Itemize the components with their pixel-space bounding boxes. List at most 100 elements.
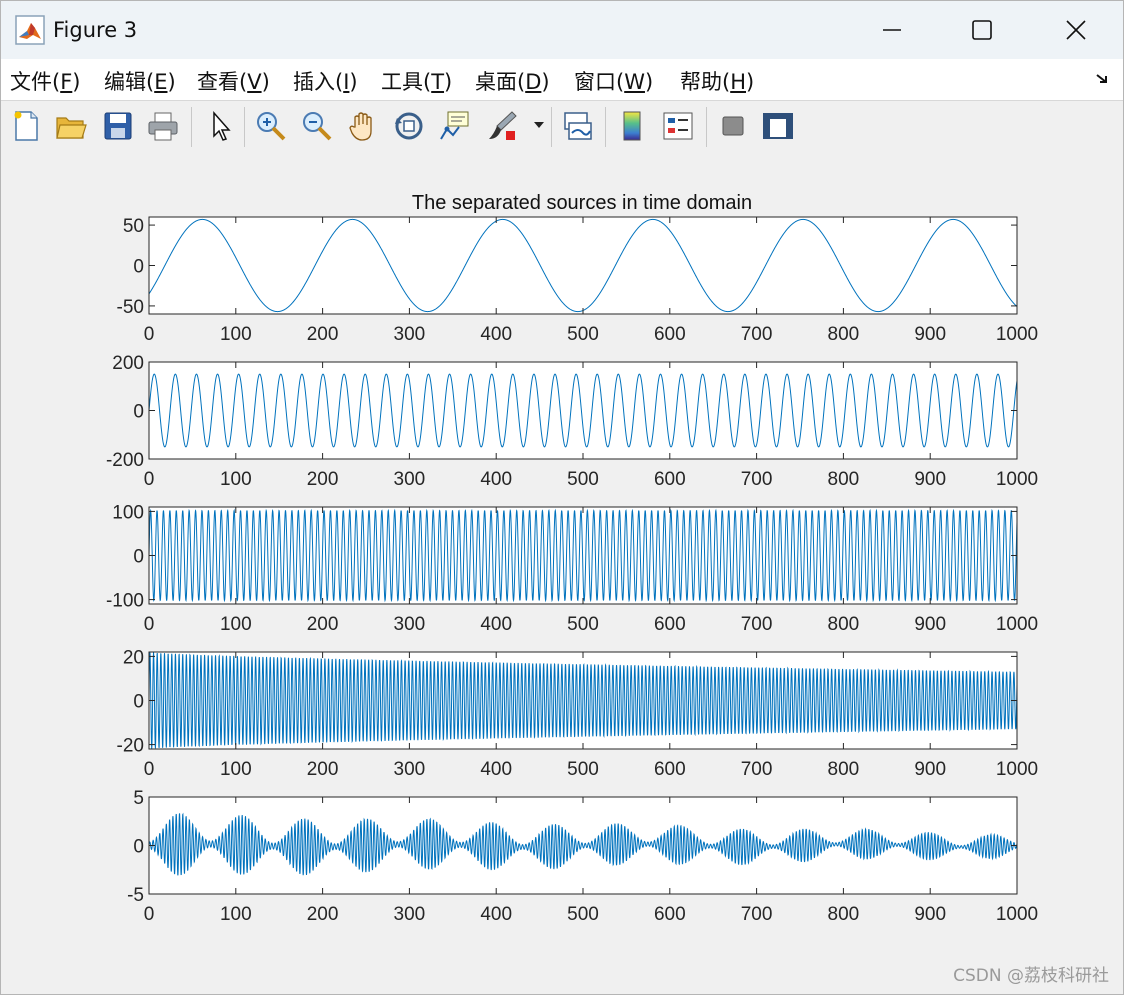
x-tick-label: 700: [741, 904, 773, 925]
menu-file[interactable]: 文件(F): [10, 66, 81, 96]
menu-file-label: 文件(: [10, 70, 61, 94]
legend-icon[interactable]: [661, 109, 695, 143]
menu-tools-label: 工具(: [381, 70, 432, 94]
x-tick-label: 700: [741, 614, 773, 635]
menu-view-key: V: [247, 70, 262, 94]
y-tick-label: -100: [106, 591, 144, 612]
zoom-in-icon[interactable]: [254, 109, 288, 143]
y-tick-label: 0: [133, 402, 144, 423]
save-icon[interactable]: [101, 109, 135, 143]
maximize-button[interactable]: [957, 11, 1007, 49]
menu-view-close: ): [261, 70, 270, 94]
menu-file-close: ): [72, 70, 81, 94]
menu-view-label: 查看(: [197, 70, 248, 94]
dock-arrow-icon[interactable]: [1095, 71, 1111, 87]
menu-help-key: H: [730, 70, 746, 94]
menu-tools[interactable]: 工具(T): [381, 66, 452, 96]
figure-canvas[interactable]: 0 100 200 300 400 500 600 700 800 900 1000 50 0 -50 Th…: [1, 153, 1123, 994]
x-tick-label: 800: [828, 759, 860, 780]
minimize-button[interactable]: [867, 11, 917, 49]
x-tick-label: 100: [220, 759, 252, 780]
x-tick-label: 900: [914, 614, 946, 635]
menu-window[interactable]: 窗口(W): [574, 66, 653, 96]
x-tick-label: 900: [914, 904, 946, 925]
minimize-icon: [883, 29, 901, 31]
x-tick-label: 200: [307, 904, 339, 925]
x-tick-label: 400: [480, 324, 512, 345]
subplot-4: 0 100 200 300 400 500 600 700 800 900 1000200-20: [117, 647, 1039, 780]
figure-window: Figure 3 文件(F) 编辑(E) 查看(V) 插入(I) 工具(T) 桌…: [0, 0, 1124, 995]
show-plot-tools-icon[interactable]: [761, 109, 795, 143]
menu-desktop[interactable]: 桌面(D): [475, 66, 550, 96]
x-tick-label: 400: [480, 759, 512, 780]
new-figure-icon[interactable]: [9, 109, 43, 143]
menu-view[interactable]: 查看(V): [197, 66, 270, 96]
menu-help-label: 帮助(: [680, 70, 731, 94]
x-tick-label: 400: [480, 614, 512, 635]
x-tick-label: 700: [741, 469, 773, 490]
x-tick-label: 600: [654, 324, 686, 345]
matlab-logo-icon: [15, 15, 45, 45]
menu-edit[interactable]: 编辑(E): [104, 66, 176, 96]
x-tick-label: 1000: [996, 614, 1038, 635]
x-tick-label: 1000: [996, 469, 1038, 490]
y-tick-label: 0: [133, 692, 144, 713]
watermark: CSDN @荔枝科研社: [953, 966, 1109, 986]
title-bar[interactable]: Figure 3: [1, 1, 1123, 59]
y-tick-label: 0: [133, 257, 144, 278]
data-cursor-icon[interactable]: [438, 109, 472, 143]
hide-plot-tools-icon[interactable]: [716, 109, 750, 143]
x-tick-label: 100: [220, 904, 252, 925]
x-tick-label: 600: [654, 614, 686, 635]
x-tick-label: 800: [828, 469, 860, 490]
x-tick-label: 200: [307, 324, 339, 345]
brush-icon[interactable]: [486, 109, 520, 143]
edit-plot-arrow-icon[interactable]: [204, 109, 238, 143]
axes-background: [149, 217, 1017, 314]
brush-dropdown-icon[interactable]: [533, 120, 545, 130]
toolbar-separator: [605, 107, 606, 147]
y-tick-label: -5: [127, 885, 144, 906]
close-button[interactable]: [1051, 11, 1101, 49]
y-tick-label: 0: [133, 547, 144, 568]
rotate-3d-icon[interactable]: [392, 109, 426, 143]
x-tick-label: 600: [654, 469, 686, 490]
toolbar-separator: [244, 107, 245, 147]
open-file-icon[interactable]: [54, 109, 88, 143]
print-icon[interactable]: [146, 109, 180, 143]
x-tick-label: 100: [220, 469, 252, 490]
subplot-5: 0 100 200 300 400 500 600 700 800 900 100050-5: [127, 788, 1038, 925]
toolbar-separator: [706, 107, 707, 147]
menu-tools-key: T: [431, 70, 445, 94]
x-tick-label: 1000: [996, 759, 1038, 780]
maximize-icon: [972, 20, 992, 40]
menu-insert[interactable]: 插入(I): [293, 66, 358, 96]
x-tick-label: 600: [654, 904, 686, 925]
y-tick-label: 20: [123, 647, 144, 668]
x-tick-label: 0: [144, 324, 155, 345]
menu-help-close: ): [746, 70, 755, 94]
x-tick-label: 500: [567, 904, 599, 925]
x-tick-label: 500: [567, 614, 599, 635]
y-tick-label: -200: [106, 450, 144, 471]
y-tick-label: 50: [123, 216, 144, 237]
x-tick-label: 0: [144, 904, 155, 925]
x-tick-label: 900: [914, 324, 946, 345]
colorbar-icon[interactable]: [615, 109, 649, 143]
y-tick-label: -20: [117, 736, 144, 757]
x-tick-label: 300: [394, 614, 426, 635]
x-tick-label: 400: [480, 469, 512, 490]
menu-file-key: F: [60, 70, 73, 94]
menu-help[interactable]: 帮助(H): [680, 66, 754, 96]
y-tick-label: 200: [112, 353, 144, 374]
link-plot-icon[interactable]: [561, 109, 595, 143]
x-tick-label: 800: [828, 324, 860, 345]
x-tick-label: 500: [567, 759, 599, 780]
pan-hand-icon[interactable]: [346, 109, 380, 143]
x-tick-label: 900: [914, 759, 946, 780]
menu-desktop-key: D: [525, 70, 542, 94]
x-tick-label: 300: [394, 759, 426, 780]
menu-insert-label: 插入(: [293, 70, 344, 94]
menu-edit-label: 编辑(: [104, 70, 155, 94]
zoom-out-icon[interactable]: [300, 109, 334, 143]
